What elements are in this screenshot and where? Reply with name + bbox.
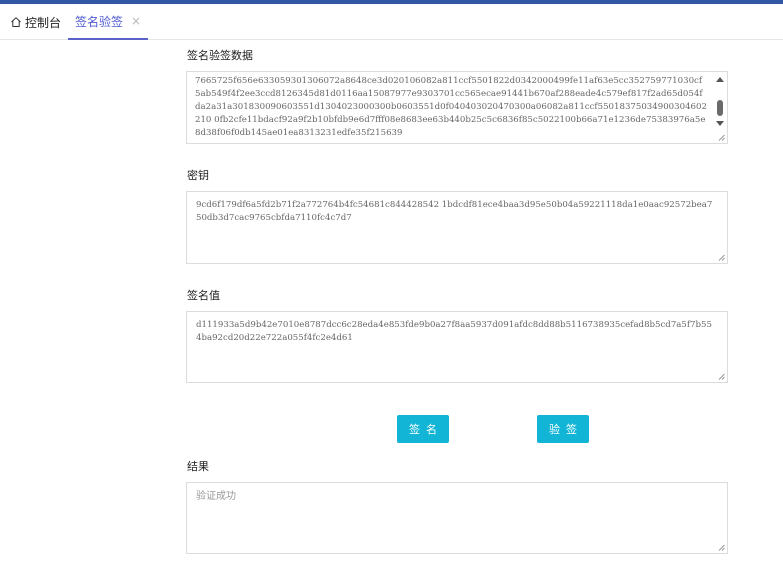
resize-handle-icon[interactable]: [718, 254, 725, 261]
data-textarea-value: 7665725f656e633059301306072a8648ce3d0201…: [195, 76, 707, 138]
result-label: 结果: [187, 460, 209, 473]
result-textarea[interactable]: 验证成功: [186, 482, 728, 554]
tab-bar: 控制台 签名验签 ×: [0, 4, 783, 40]
data-textarea[interactable]: 7665725f656e633059301306072a8648ce3d0201…: [186, 71, 728, 144]
resize-handle-icon[interactable]: [718, 373, 725, 380]
close-icon[interactable]: ×: [131, 14, 141, 28]
tab-console[interactable]: 控制台: [10, 4, 61, 40]
scroll-thumb[interactable]: [717, 100, 723, 116]
key-textarea-value: 9cd6f179df6a5fd2b71f2a772764b4fc54681c84…: [196, 200, 713, 223]
signature-label: 签名值: [187, 289, 220, 302]
resize-handle-icon[interactable]: [718, 544, 725, 551]
scroll-down-arrow-icon[interactable]: [716, 121, 724, 126]
resize-handle-icon[interactable]: [718, 134, 725, 141]
result-textarea-value: 验证成功: [196, 491, 236, 502]
verify-button[interactable]: 验签: [537, 415, 589, 443]
data-label: 签名验签数据: [187, 49, 253, 62]
data-scrollbar[interactable]: [714, 73, 726, 142]
tab-console-label: 控制台: [25, 15, 62, 30]
key-label: 密钥: [187, 169, 209, 182]
home-icon: [11, 17, 21, 27]
signature-textarea-value: d111933a5d9b42e7010e8787dcc6c28eda4e853f…: [196, 320, 712, 343]
tab-sign-verify[interactable]: 签名验签 ×: [68, 4, 148, 40]
scroll-up-arrow-icon[interactable]: [716, 77, 724, 82]
signature-textarea[interactable]: d111933a5d9b42e7010e8787dcc6c28eda4e853f…: [186, 311, 728, 383]
key-textarea[interactable]: 9cd6f179df6a5fd2b71f2a772764b4fc54681c84…: [186, 191, 728, 264]
sign-button[interactable]: 签名: [397, 415, 449, 443]
tab-sign-verify-label: 签名验签: [74, 14, 123, 29]
